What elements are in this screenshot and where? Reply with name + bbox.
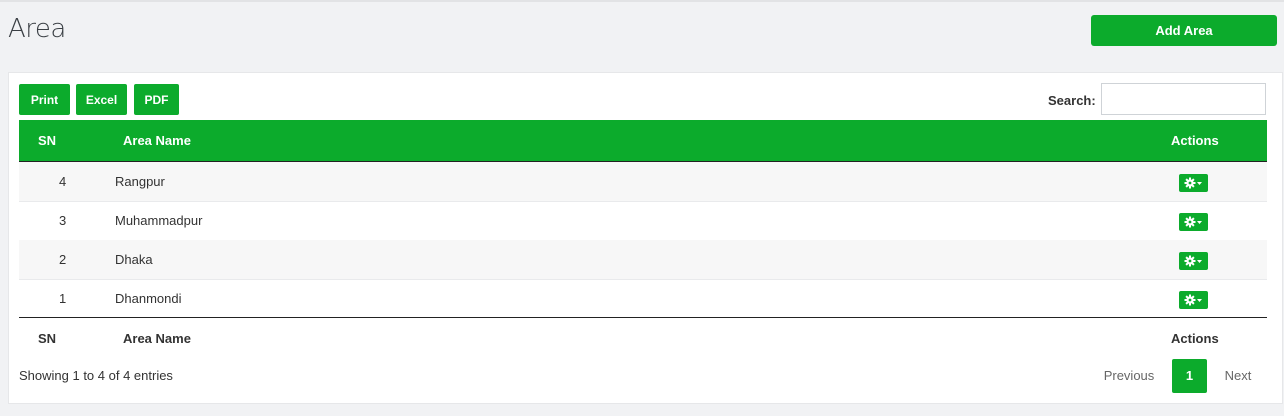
excel-button[interactable]: Excel <box>76 84 127 115</box>
gear-dropdown-icon <box>1184 255 1202 267</box>
row-actions-button[interactable] <box>1179 291 1208 309</box>
row-sn: 3 <box>59 213 67 228</box>
table-row: 3 Muhammadpur <box>19 201 1267 241</box>
row-actions-button[interactable] <box>1179 174 1208 192</box>
table-row: 2 Dhaka <box>19 240 1267 280</box>
table-row: 4 Rangpur <box>19 162 1267 202</box>
header-sn[interactable]: SN <box>38 133 56 148</box>
pagination-next[interactable]: Next <box>1215 359 1261 393</box>
footer-actions: Actions <box>1171 331 1219 346</box>
table-header: SN Area Name Actions <box>19 120 1267 162</box>
table-footer: SN Area Name Actions <box>19 331 1267 351</box>
row-area-name: Dhaka <box>115 252 153 267</box>
row-area-name: Muhammadpur <box>115 213 203 228</box>
gear-dropdown-icon <box>1184 177 1202 189</box>
row-actions-button[interactable] <box>1179 252 1208 270</box>
area-table-card: Print Excel PDF Search: SN Area Name Act… <box>8 72 1283 404</box>
row-area-name: Rangpur <box>115 174 165 189</box>
search-label: Search: <box>1048 93 1096 108</box>
header-area-name[interactable]: Area Name <box>123 133 191 148</box>
table-row: 1 Dhanmondi <box>19 279 1267 318</box>
entries-info: Showing 1 to 4 of 4 entries <box>19 368 173 383</box>
row-sn: 4 <box>59 174 67 189</box>
table-footer-divider <box>19 317 1267 318</box>
gear-dropdown-icon <box>1184 216 1202 228</box>
row-area-name: Dhanmondi <box>115 291 182 306</box>
pdf-button[interactable]: PDF <box>134 84 179 115</box>
search-input[interactable] <box>1101 83 1266 115</box>
top-border <box>0 0 1284 2</box>
footer-area-name: Area Name <box>123 331 191 346</box>
add-area-button[interactable]: Add Area <box>1091 15 1277 46</box>
row-sn: 2 <box>59 252 67 267</box>
pagination-previous[interactable]: Previous <box>1095 359 1163 393</box>
row-actions-button[interactable] <box>1179 213 1208 231</box>
header-actions: Actions <box>1171 133 1219 148</box>
row-sn: 1 <box>59 291 67 306</box>
gear-dropdown-icon <box>1184 294 1202 306</box>
print-button[interactable]: Print <box>19 84 70 115</box>
page-title: Area <box>8 14 66 44</box>
footer-sn: SN <box>38 331 57 346</box>
pagination-page-1[interactable]: 1 <box>1172 359 1207 393</box>
